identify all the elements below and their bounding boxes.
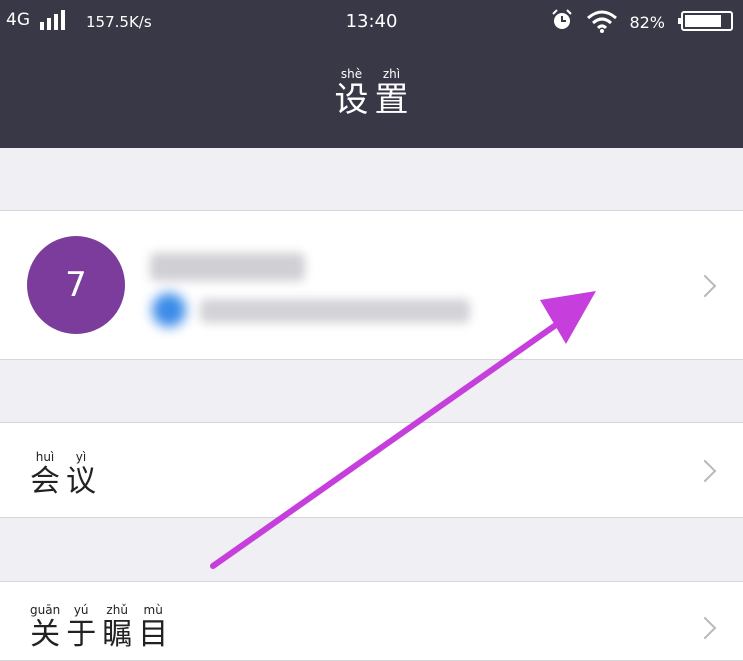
menu-item-about[interactable]: 关guān于yú瞩zhǔ目mù (0, 581, 743, 661)
menu-label-char: 于yú (66, 603, 97, 652)
chevron-right-icon (693, 274, 717, 298)
page-title: 设shè置zhì (0, 67, 743, 121)
title-char: 置zhì (374, 67, 409, 120)
alarm-icon (552, 9, 572, 29)
menu-item-label: 会huì议yì (30, 450, 96, 500)
avatar: 7 (27, 236, 125, 334)
wifi-icon (587, 10, 617, 33)
chevron-right-icon (693, 616, 717, 640)
menu-label-pinyin: yì (66, 450, 96, 464)
status-right: 82% (533, 8, 733, 34)
menu-label-char: 关guān (30, 603, 61, 652)
menu-label-char: 目mù (138, 603, 169, 652)
status-bar: 4G 157.5K/s 13:40 82% (0, 0, 743, 44)
menu-label-char: 瞩zhǔ (102, 603, 133, 652)
menu-item-label: 关guān于yú瞩zhǔ目mù (30, 603, 169, 653)
menu-label-pinyin: yú (66, 603, 97, 617)
menu-item-meeting[interactable]: 会huì议yì (0, 422, 743, 518)
menu-label-pinyin: guān (30, 603, 61, 617)
title-pinyin: shè (334, 67, 369, 81)
chevron-right-icon (693, 459, 717, 483)
title-char: 设shè (334, 67, 369, 120)
menu-label-pinyin: huì (30, 450, 60, 464)
profile-row[interactable]: 7 (0, 210, 743, 360)
menu-label-char: 议yì (66, 450, 96, 499)
blurred-account-icon (152, 293, 186, 327)
menu-label-char: 会huì (30, 450, 60, 499)
menu-label-pinyin: mù (138, 603, 169, 617)
battery-icon (678, 11, 733, 31)
battery-percent: 82% (629, 13, 665, 32)
app-header: 4G 157.5K/s 13:40 82% 设shè置zhì (0, 0, 743, 148)
menu-label-pinyin: zhǔ (102, 603, 133, 617)
blurred-account-info (200, 299, 470, 323)
title-pinyin: zhì (374, 67, 409, 81)
page-title-text: 设shè置zhì (334, 67, 409, 121)
blurred-username (150, 253, 305, 281)
